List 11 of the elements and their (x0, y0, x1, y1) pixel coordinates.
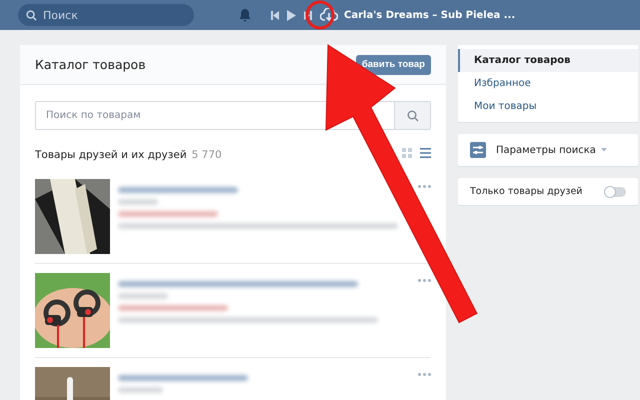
sidebar-item[interactable]: Мои товары (458, 95, 638, 118)
sidebar-item[interactable]: Избранное (458, 72, 638, 95)
item-count: 5 770 (192, 149, 222, 161)
section-title: Товары друзей и их друзей (35, 149, 187, 161)
add-product-button[interactable]: бавить товар (356, 54, 431, 74)
track-title[interactable]: Carla's Dreams – Sub Pielea ... (344, 10, 516, 20)
sidebar-item[interactable]: Каталог товаров (458, 49, 638, 72)
toggle-label: Только товары друзей (470, 186, 582, 197)
search-input[interactable]: Поиск (41, 8, 185, 22)
catalog-title: Каталог товаров (35, 57, 146, 72)
search-field[interactable]: Поиск (18, 4, 194, 26)
